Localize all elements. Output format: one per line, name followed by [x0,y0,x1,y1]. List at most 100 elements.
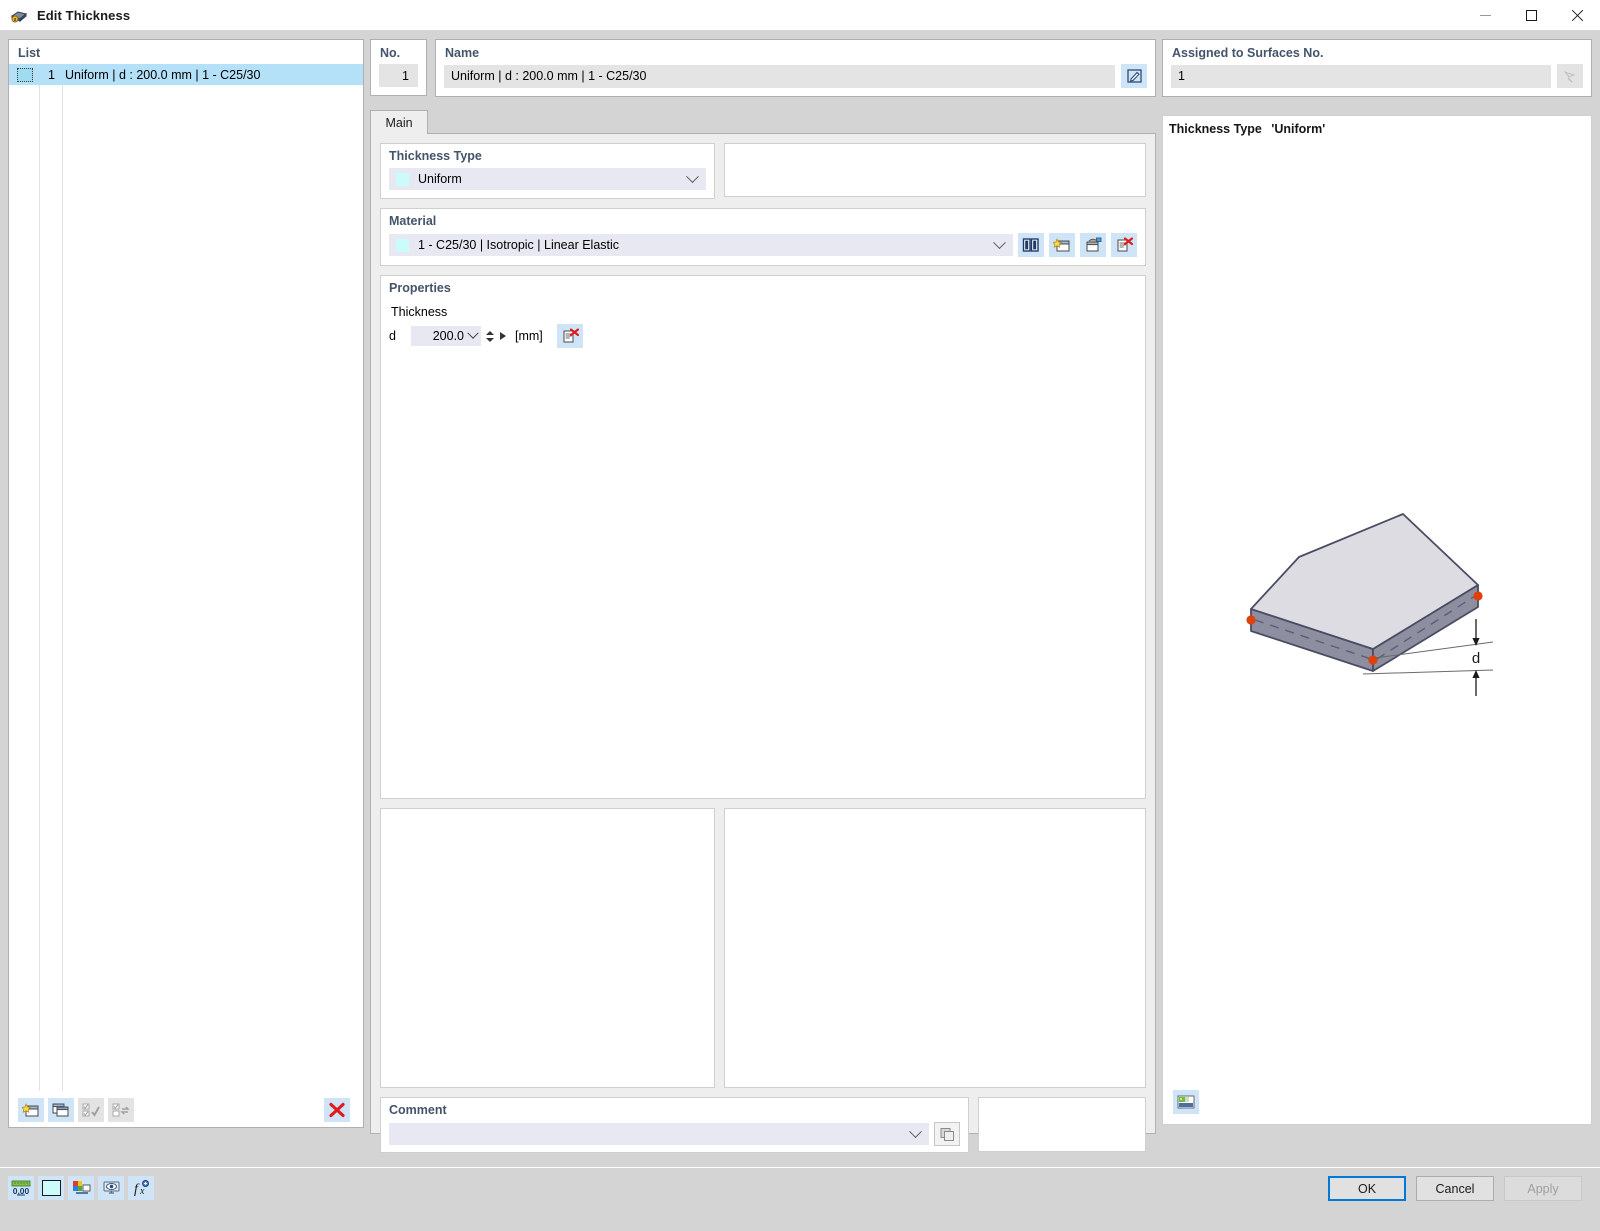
svg-text:x: x [139,1186,145,1196]
maximize-icon [1526,10,1537,21]
dialog-actions: OK Cancel Apply [1328,1176,1582,1201]
color-swatch-button[interactable] [38,1176,64,1200]
comment-input-row [389,1122,960,1146]
cancel-button[interactable]: Cancel [1416,1176,1494,1201]
close-button[interactable] [1554,0,1600,31]
chevron-down-icon [909,1125,922,1138]
aux-panels-row [380,808,1146,1088]
import-material-button[interactable] [1080,233,1106,257]
thickness-type-row: Thickness Type Uniform [380,143,1146,199]
comment-group: Comment [380,1097,969,1153]
thickness-sub-label: Thickness [391,305,1137,319]
number-field[interactable]: 1 [379,64,418,87]
new-material-button[interactable] [1049,233,1075,257]
app-icon [9,5,29,25]
tab-main[interactable]: Main [370,110,428,134]
thickness-stepper[interactable] [484,327,495,345]
material-library-button[interactable] [1018,233,1044,257]
right-panel: Assigned to Surfaces No. 1 Thickness Typ… [1162,39,1592,1128]
material-value: 1 - C25/30 | Isotropic | Linear Elastic [418,238,995,252]
assigned-surfaces-label: Assigned to Surfaces No. [1163,44,1591,64]
material-label: Material [389,214,1137,228]
tab-strip-filler [428,111,1156,134]
chevron-down-icon [686,170,699,183]
name-edit-button[interactable] [1121,64,1147,88]
stepper-down-icon [486,338,494,342]
render-image-button[interactable] [1173,1090,1199,1114]
comment-row: Comment [380,1097,1146,1153]
material-combo[interactable]: 1 - C25/30 | Isotropic | Linear Elastic [389,234,1013,256]
tab-strip: Main [370,106,1156,134]
thickness-unit: [mm] [515,329,543,343]
list-column-divider-1 [39,64,40,1091]
ok-button[interactable]: OK [1328,1176,1406,1201]
new-thickness-button[interactable] [18,1098,44,1122]
title-bar: Edit Thickness [0,0,1600,31]
preview-panel: Thickness Type 'Uniform' [1162,115,1592,1125]
thickness-input[interactable]: 200.0 [411,326,481,346]
visibility-button[interactable] [98,1176,124,1200]
invert-selection-button [108,1098,134,1122]
number-field-wrap: 1 [371,64,426,95]
thickness-type-value: Uniform [418,172,688,186]
window-title: Edit Thickness [37,8,130,23]
close-icon [1571,9,1584,22]
delete-thickness-button[interactable] [324,1098,350,1122]
list-item-number: 1 [40,68,60,82]
thickness-value: 200.0 [415,329,469,343]
header-row: No. 1 Name Uniform | d : 200.0 mm | 1 - … [370,39,1156,97]
bottom-bar-separator [0,1167,1600,1168]
stepper-up-icon [486,331,494,335]
apply-button: Apply [1504,1176,1582,1201]
cyan-swatch-icon [42,1180,61,1196]
thickness-unit-settings-button[interactable] [557,324,583,348]
assigned-surfaces-field[interactable]: 1 [1171,65,1551,88]
bottom-bar: 0,00 [0,1167,1600,1231]
properties-label: Properties [389,281,1137,295]
thickness-type-label: Thickness Type [389,149,706,163]
decimal-places-button[interactable]: 0,00 [8,1176,34,1200]
select-all-button [78,1098,104,1122]
copy-comment-button[interactable] [934,1122,960,1146]
aux-panel-left [380,808,715,1088]
copy-thickness-button[interactable] [48,1098,74,1122]
preview-caption-value: 'Uniform' [1265,122,1325,136]
delete-material-button[interactable] [1111,233,1137,257]
aux-panel-right [724,808,1146,1088]
thickness-expand-icon[interactable] [500,332,506,340]
list-panel: List 1 Uniform | d : 200.0 mm | 1 - C25/… [8,39,364,1128]
properties-group: Properties Thickness d 200.0 [mm] [380,275,1146,799]
name-field[interactable]: Uniform | d : 200.0 mm | 1 - C25/30 [444,65,1115,88]
slab-3d-preview: d [1225,474,1535,714]
tab-page-main: Thickness Type Uniform Material 1 - C25/… [370,134,1156,1134]
dialog-body: List 1 Uniform | d : 200.0 mm | 1 - C25/… [0,31,1600,1200]
comment-combo[interactable] [389,1123,929,1145]
list-item[interactable]: 1 Uniform | d : 200.0 mm | 1 - C25/30 [9,64,363,85]
name-field-wrap: Uniform | d : 200.0 mm | 1 - C25/30 [436,64,1155,96]
maximize-button[interactable] [1508,0,1554,31]
status-toolbar: 0,00 [8,1176,158,1200]
number-group: No. 1 [370,39,427,96]
list-body[interactable]: 1 Uniform | d : 200.0 mm | 1 - C25/30 [9,64,363,1091]
name-label: Name [436,44,1155,64]
assigned-surfaces-group: Assigned to Surfaces No. 1 [1162,39,1592,97]
material-row: 1 - C25/30 | Isotropic | Linear Elastic [389,233,1137,257]
list-column-divider-2 [62,64,63,1091]
name-group: Name Uniform | d : 200.0 mm | 1 - C25/30 [435,39,1156,97]
thickness-type-swatch-icon [396,173,409,186]
dimension-label-d: d [1472,650,1480,667]
chevron-down-icon [993,236,1006,249]
thickness-symbol: d [389,329,411,343]
list-toolbar [9,1091,363,1127]
minimize-icon [1480,15,1491,16]
thickness-type-combo[interactable]: Uniform [389,168,706,190]
display-properties-button[interactable] [68,1176,94,1200]
material-swatch-icon [396,239,409,252]
thickness-type-aux-panel [724,143,1146,197]
pick-surfaces-button [1557,64,1583,88]
preview-caption: Thickness Type 'Uniform' [1163,116,1591,136]
minimize-button[interactable] [1462,0,1508,31]
formula-button[interactable]: f x [128,1176,154,1200]
assigned-field-wrap: 1 [1163,64,1591,96]
material-group: Material 1 - C25/30 | Isotropic | Linear… [380,208,1146,266]
